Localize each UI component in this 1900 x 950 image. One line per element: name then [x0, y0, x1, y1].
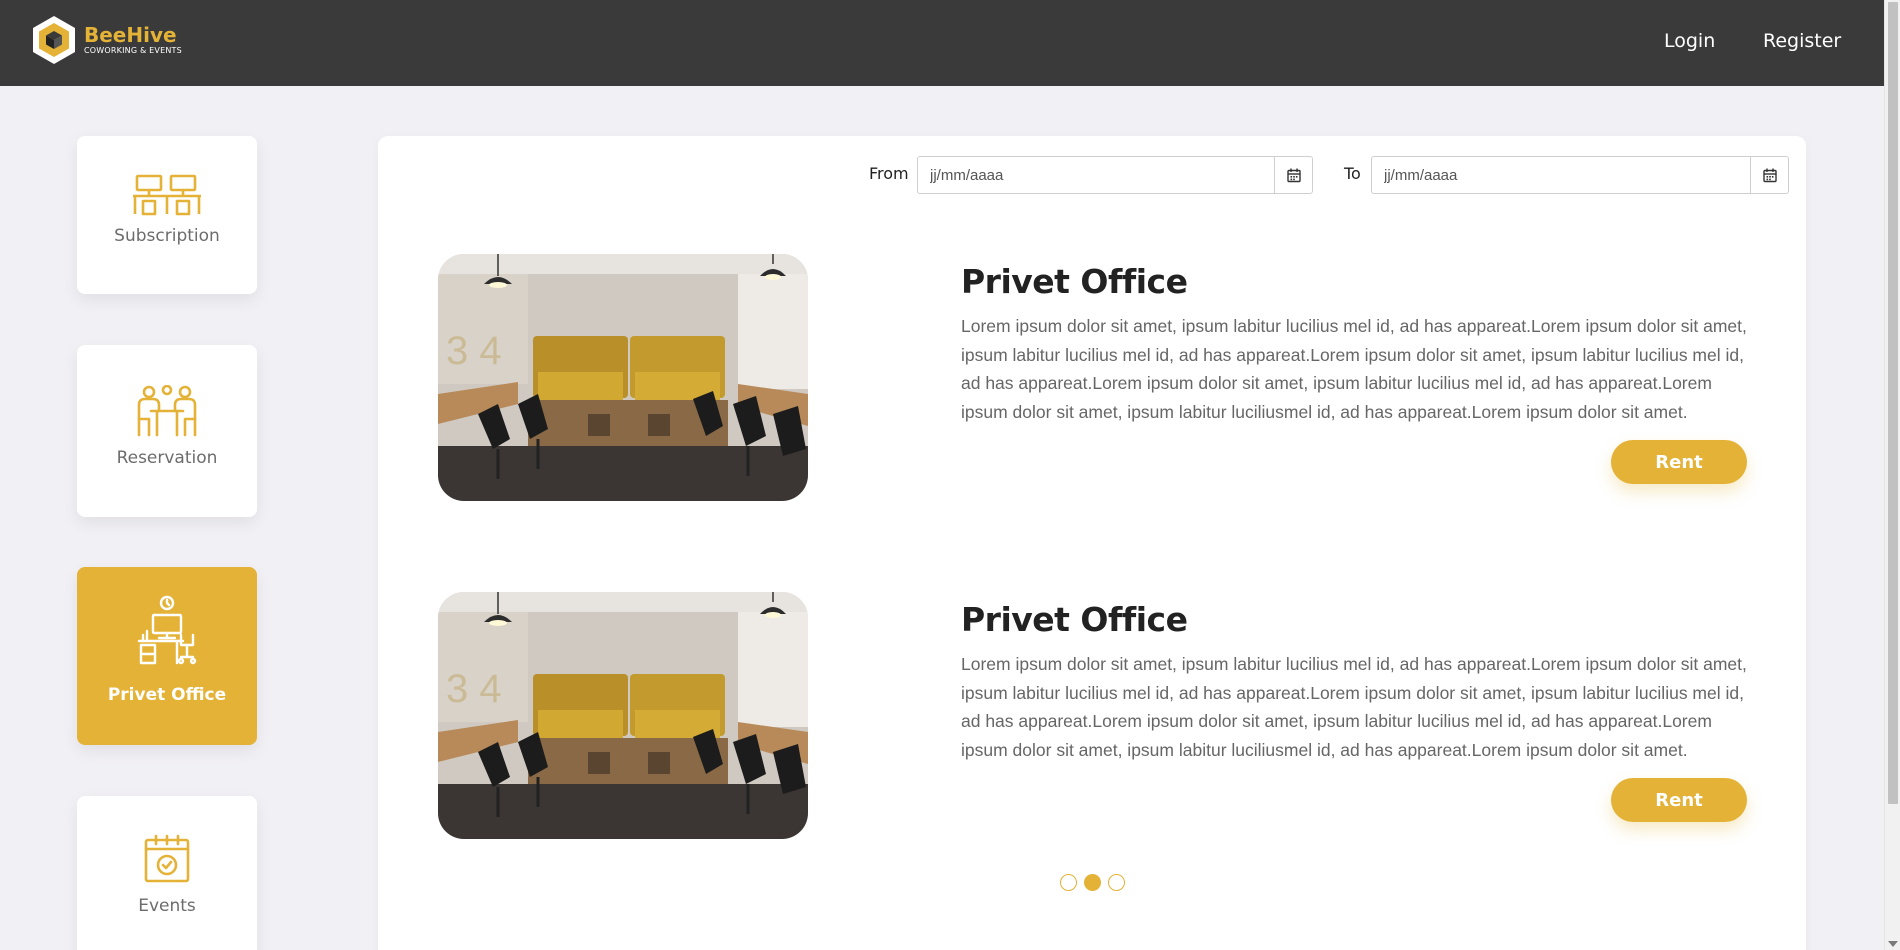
sidebar-item-reservation[interactable]: Reservation: [77, 345, 257, 517]
pagination-dots: [1060, 874, 1125, 891]
sidebar-item-label: Privet Office: [107, 685, 227, 705]
svg-text:3 4: 3 4: [446, 667, 502, 711]
office-description: Lorem ipsum dolor sit amet, ipsum labitu…: [961, 654, 1747, 760]
office-card: 3 4 Privet Office Lorem ipsum dolor sit …: [438, 254, 1747, 504]
brand-tagline: COWORKING & EVENTS: [84, 46, 182, 55]
office-title: Privet Office: [961, 262, 1188, 301]
calendar-icon: [1762, 168, 1777, 182]
rent-button[interactable]: Rent: [1611, 440, 1747, 484]
from-date-field: [917, 156, 1313, 194]
office-interior-image: 3 4: [438, 592, 808, 839]
to-label: To: [1344, 164, 1361, 183]
to-date-input[interactable]: [1372, 157, 1750, 193]
office-desk-clock-icon: [137, 595, 197, 665]
sidebar-item-subscription[interactable]: Subscription: [77, 136, 257, 294]
register-link[interactable]: Register: [1763, 30, 1841, 52]
office-title: Privet Office: [961, 600, 1188, 639]
sidebar-item-privet-office[interactable]: Privet Office: [77, 567, 257, 745]
meeting-table-icon: [137, 385, 197, 437]
rent-button[interactable]: Rent: [1611, 778, 1747, 822]
brand-name: BeeHive: [84, 23, 177, 47]
to-calendar-button[interactable]: [1750, 157, 1788, 193]
calendar-check-icon: [144, 834, 190, 883]
scrollbar-thumb[interactable]: [1888, 2, 1898, 804]
top-navbar: BeeHive COWORKING & EVENTS Login Registe…: [0, 0, 1884, 86]
scroll-down-arrow-icon[interactable]: [1888, 941, 1898, 947]
from-label: From: [869, 164, 909, 183]
svg-text:3 4: 3 4: [446, 329, 502, 373]
office-description: Lorem ipsum dolor sit amet, ipsum labitu…: [961, 316, 1747, 422]
calendar-icon: [1286, 168, 1301, 182]
office-interior-image: 3 4: [438, 254, 808, 501]
brand-logo[interactable]: BeeHive COWORKING & EVENTS: [30, 14, 182, 66]
sidebar-item-label: Events: [138, 896, 196, 916]
sidebar-item-label: Reservation: [116, 448, 218, 468]
pagination-dot-3[interactable]: [1108, 874, 1125, 891]
login-link[interactable]: Login: [1664, 30, 1715, 52]
pagination-dot-2[interactable]: [1084, 874, 1101, 891]
pagination-dot-1[interactable]: [1060, 874, 1077, 891]
sidebar-item-events[interactable]: Events: [77, 796, 257, 950]
sidebar-item-label: Subscription: [114, 226, 220, 246]
workspace-desks-icon: [133, 174, 201, 216]
office-photo: 3 4: [438, 592, 808, 839]
page-scrollbar[interactable]: [1884, 0, 1900, 950]
offices-panel: From To: [378, 136, 1806, 950]
office-photo: 3 4: [438, 254, 808, 501]
to-date-field: [1371, 156, 1789, 194]
beehive-logo-icon: [33, 16, 75, 64]
from-date-input[interactable]: [918, 157, 1274, 193]
from-calendar-button[interactable]: [1274, 157, 1312, 193]
office-card: 3 4 Privet Office Lorem ipsum dolor sit …: [438, 592, 1747, 842]
